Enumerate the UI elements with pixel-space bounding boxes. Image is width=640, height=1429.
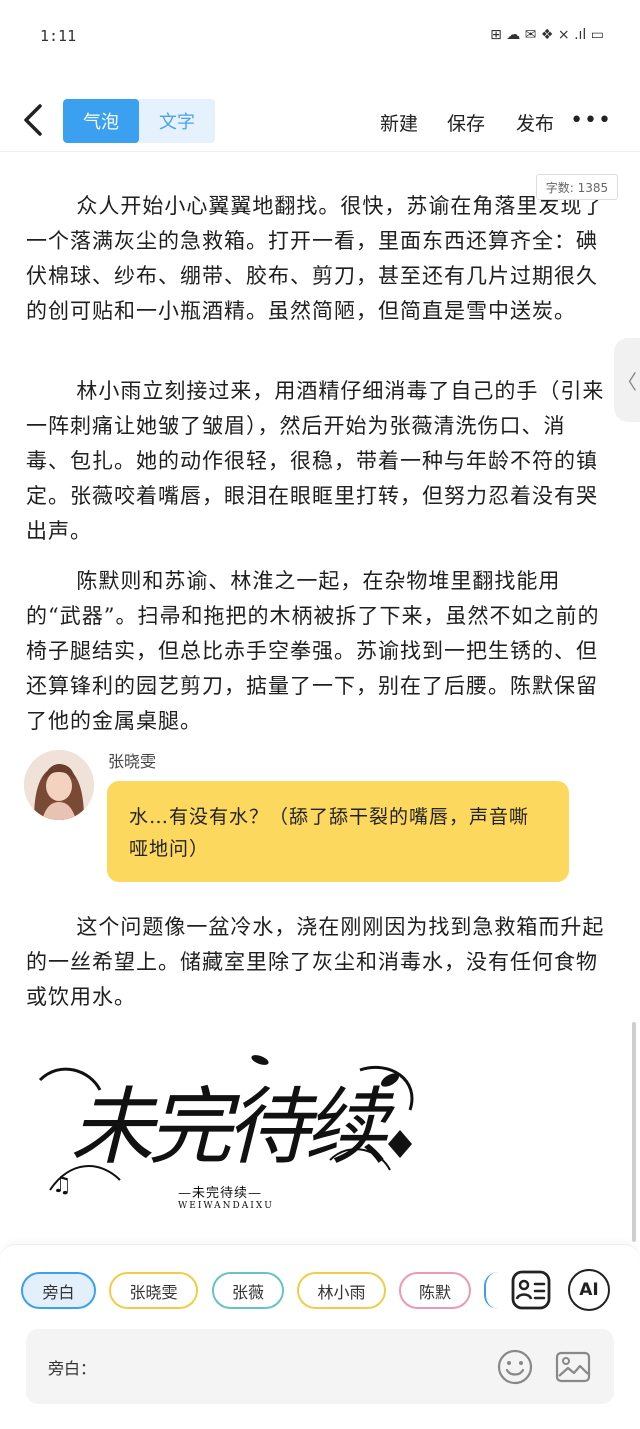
top-nav: 气泡 文字 新建 保存 发布 •••: [0, 92, 640, 152]
paragraph: 林小雨立刻接过来，用酒精仔细消毒了自己的手（引来一阵刺痛让她皱了皱眉），然后开始…: [26, 379, 605, 543]
image-button[interactable]: [554, 1348, 592, 1386]
paragraph: 众人开始小心翼翼地翻找。很快，苏谕在角落里发现了一个落满灰尘的急救箱。打开一看，…: [26, 194, 605, 323]
status-bar: 1:11 ⊞ ☁ ✉ ❖ × .ıl ▭: [0, 0, 640, 70]
paragraph: 这个问题像一盆冷水，浇在刚刚因为找到急救箱而升起的一丝希望上。储藏室里除了灰尘和…: [26, 915, 605, 1009]
tab-text[interactable]: 文字: [139, 99, 215, 143]
emoji-button[interactable]: [496, 1348, 534, 1386]
publish-button[interactable]: 发布: [516, 109, 554, 136]
word-count-badge: 字数: 1385: [536, 174, 618, 200]
character-chip-partial[interactable]: [484, 1272, 498, 1309]
back-button[interactable]: [18, 100, 50, 140]
character-chip-zhangwei[interactable]: 张薇: [212, 1272, 284, 1309]
tbc-subtitle: —未完待续— WEIWANDAIXU: [178, 1182, 274, 1211]
paragraph: 陈默则和苏谕、林淮之一起，在杂物堆里翻找能用的“武器”。扫帚和拖把的木柄被拆了下…: [26, 569, 600, 733]
mode-switch: 气泡 文字: [63, 99, 215, 143]
character-chip-zhangxiaowen[interactable]: 张晓雯: [109, 1272, 198, 1309]
character-manage-button[interactable]: [510, 1269, 552, 1311]
status-icons: ⊞ ☁ ✉ ❖ × .ıl ▭: [490, 27, 604, 43]
speaker-name: 张晓雯: [108, 752, 157, 771]
bottom-panel: 旁白 张晓雯 张薇 林小雨 陈默 AI 旁白：: [0, 1244, 640, 1429]
character-chip-narrator[interactable]: 旁白: [21, 1272, 96, 1309]
input-label: 旁白：: [48, 1359, 97, 1378]
to-be-continued-image: ♫ 未完待续 —未完待续— WEIWANDAIXU: [30, 1040, 440, 1211]
tbc-subtitle-pinyin: WEIWANDAIXU: [178, 1201, 274, 1211]
new-button[interactable]: 新建: [380, 109, 418, 136]
more-button[interactable]: •••: [570, 108, 612, 133]
character-chip-linxiaoyu[interactable]: 林小雨: [297, 1272, 386, 1309]
side-panel-handle[interactable]: 〈: [614, 338, 640, 422]
tab-bubble[interactable]: 气泡: [63, 99, 139, 143]
status-time: 1:11: [40, 27, 77, 45]
chevron-left-icon: [24, 104, 42, 136]
svg-text:♫: ♫: [52, 1173, 72, 1198]
contact-card-icon: [511, 1270, 551, 1310]
tbc-title: 未完待续: [70, 1078, 388, 1176]
ai-button[interactable]: AI: [568, 1269, 610, 1311]
smiley-icon: [497, 1349, 533, 1385]
avatar[interactable]: [24, 750, 94, 820]
speech-bubble[interactable]: 水…有没有水？（舔了舔干裂的嘴唇，声音嘶哑地问）: [107, 781, 569, 882]
avatar-portrait-icon: [24, 750, 94, 820]
character-chip-chenmo[interactable]: 陈默: [399, 1272, 471, 1309]
status-icons-text: ⊞ ☁ ✉ ❖ × .ıl ▭: [490, 27, 604, 43]
tbc-subtitle-cn: —未完待续—: [178, 1186, 263, 1201]
scrollbar[interactable]: [632, 1022, 636, 1242]
composer: 旁白：: [26, 1329, 614, 1404]
chevron-left-small-icon: 〈: [617, 369, 637, 394]
image-icon: [555, 1351, 591, 1383]
message-input[interactable]: [102, 1347, 482, 1385]
save-button[interactable]: 保存: [447, 109, 485, 136]
